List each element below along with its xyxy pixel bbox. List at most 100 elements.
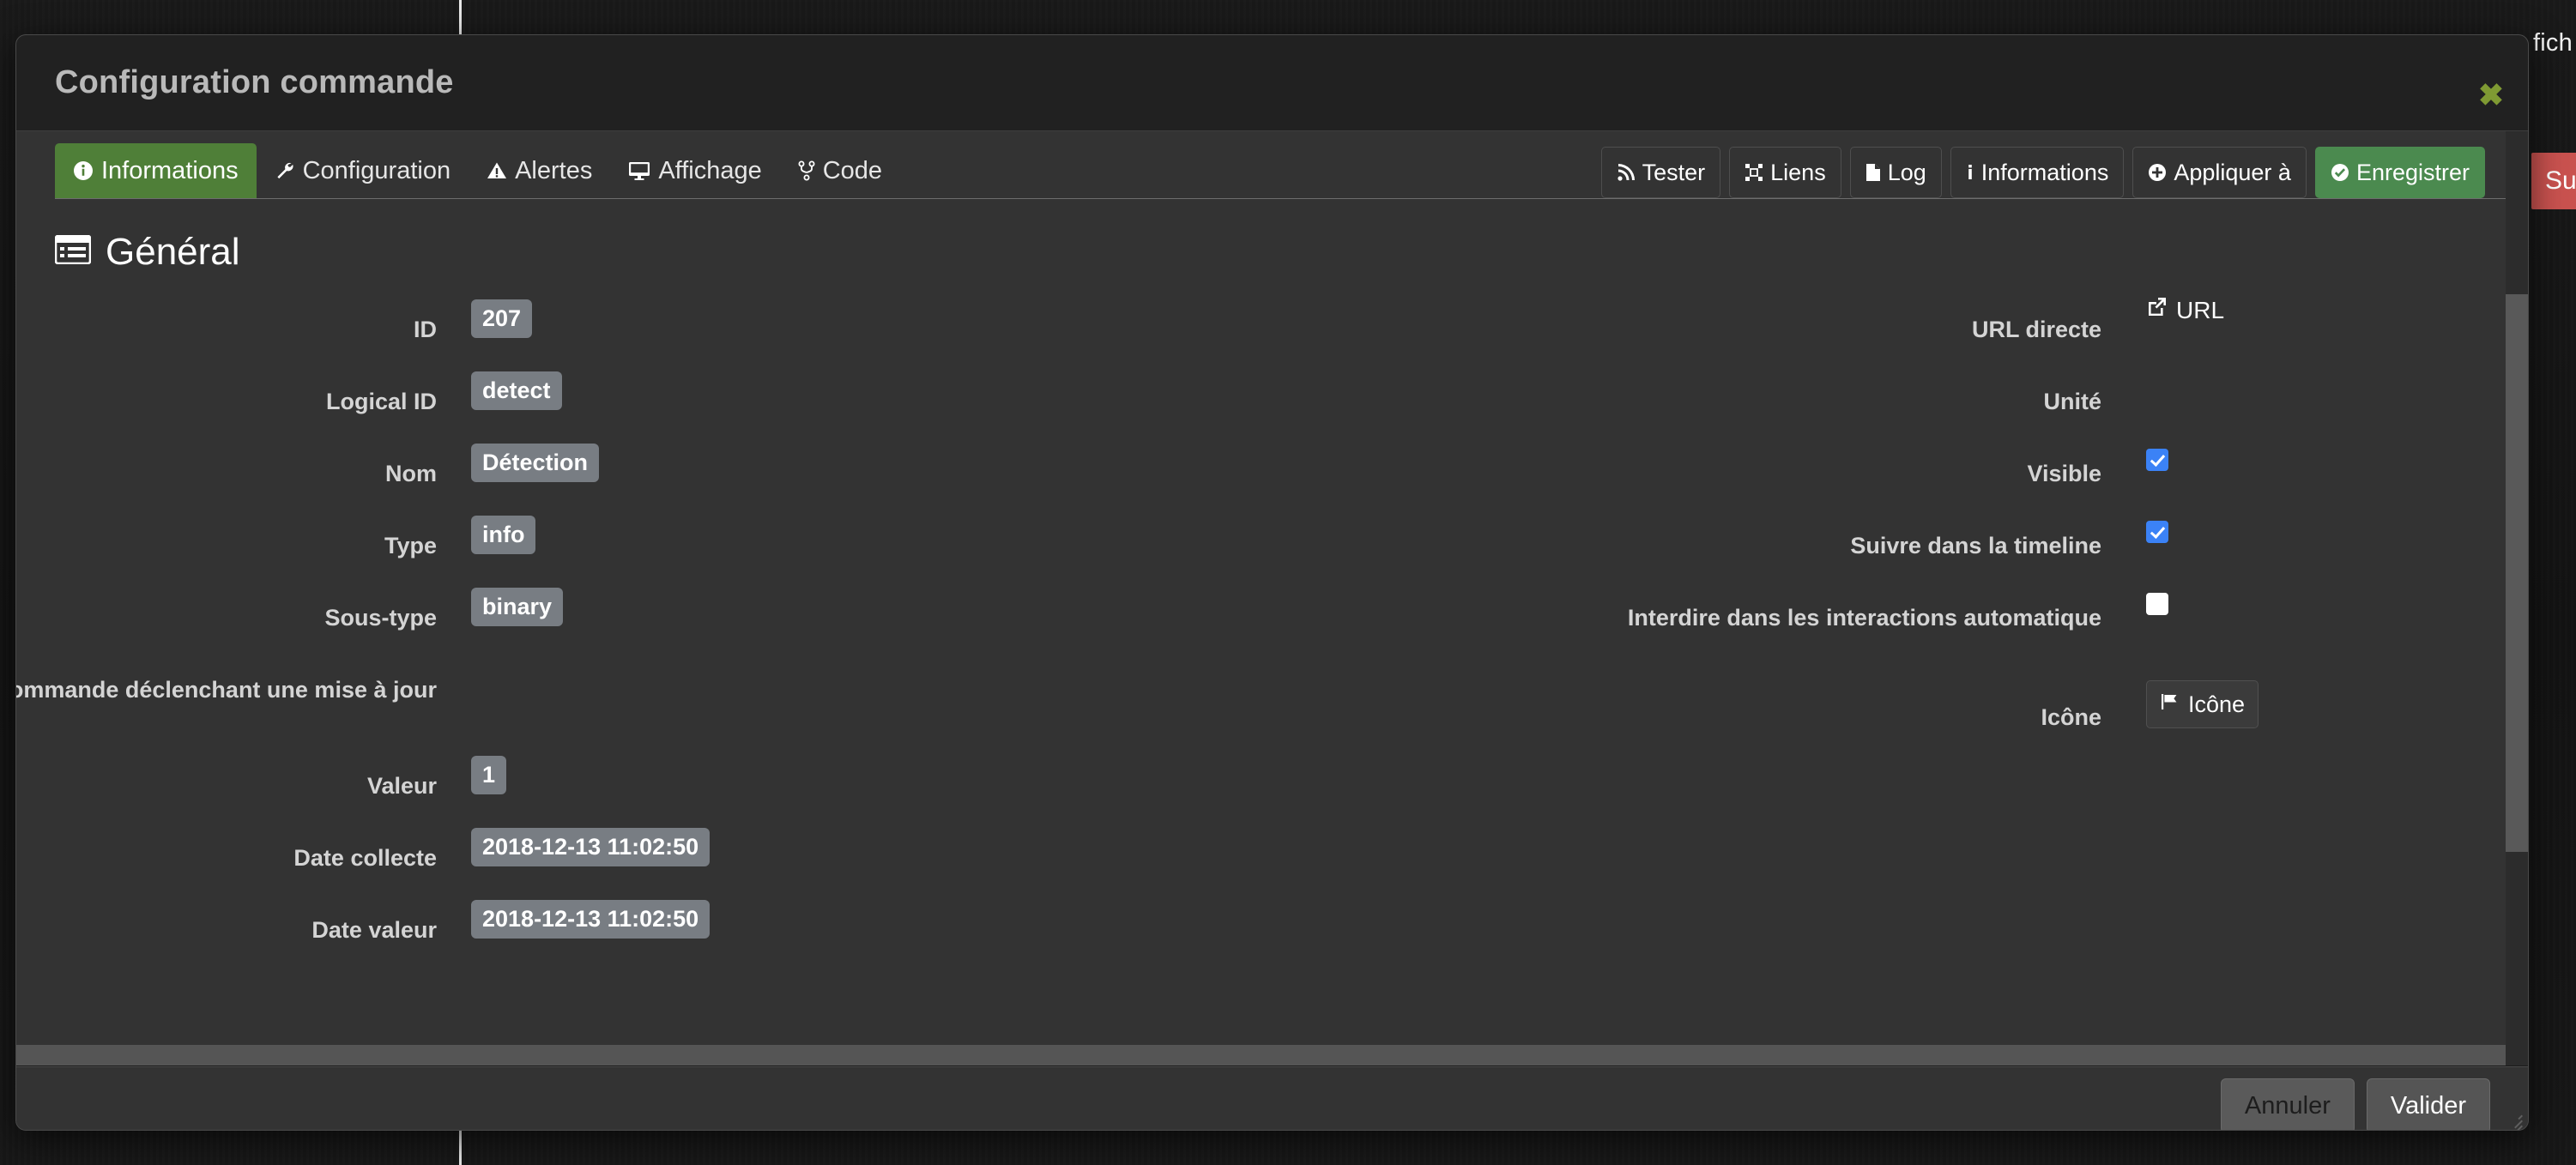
date-valeur-badge: 2018-12-13 11:02:50 [471,900,711,939]
rss-icon [1617,163,1636,182]
list-table-icon [54,231,92,274]
button-label: Tester [1642,159,1706,185]
field-row-commande-declenchant: Commande déclenchant une mise à jour [16,660,1269,756]
plus-circle-icon [2148,163,2167,182]
action-button-group: Tester Liens Log Informations Appliquer … [1600,147,2485,198]
tab-bar-underline [55,198,2507,199]
cancel-button[interactable]: Annuler [2220,1078,2355,1130]
tab-label: Configuration [302,156,451,184]
informations-button[interactable]: Informations [1950,147,2125,198]
section-header-general: Général [54,231,2528,274]
field-row-suivre-timeline: Suivre dans la timeline [1269,516,2479,588]
warning-triangle-icon [487,160,507,181]
field-value: Icône [2146,680,2259,728]
background-delete-button[interactable]: Sup [2531,153,2576,209]
field-value [2146,444,2168,471]
icone-picker-button[interactable]: Icône [2146,680,2259,728]
field-label: Unité [2043,389,2102,414]
tab-label: Informations [101,156,239,184]
field-label: Sous-type [324,605,437,631]
suivre-timeline-checkbox[interactable] [2146,521,2168,543]
info-icon [1966,163,1974,182]
field-label: URL directe [1971,317,2101,342]
vertical-scrollbar-track[interactable] [2506,131,2528,1065]
visible-checkbox[interactable] [2146,449,2168,471]
liens-button[interactable]: Liens [1729,147,1841,198]
url-directe-link[interactable]: URL [2146,296,2224,324]
field-label: Commande déclenchant une mise à jour [16,677,437,703]
button-label: Log [1887,159,1926,185]
tab-code[interactable]: Code [780,143,900,198]
field-label: Valeur [366,773,437,799]
horizontal-scrollbar-track[interactable] [16,1045,2506,1065]
button-label: Enregistrer [2355,159,2470,185]
field-label: Icône [2041,704,2101,730]
field-row-visible: Visible [1269,444,2479,516]
form-column-left: ID 207 Logical ID detect Nom Détection T… [16,299,1269,972]
field-label: Date collecte [293,845,437,871]
modal-body: Informations Configuration Alertes Affic… [16,131,2528,1065]
modal-footer: Annuler Valider [16,1065,2528,1130]
field-value: 207 [471,299,533,338]
field-value: info [471,516,536,554]
tab-label: Code [822,156,883,184]
tab-label: Affichage [658,156,762,184]
field-value [2146,588,2168,615]
valeur-badge: 1 [471,756,507,794]
tab-configuration[interactable]: Configuration [257,143,469,198]
tab-alertes[interactable]: Alertes [469,143,610,198]
flag-icon [2160,691,2180,718]
url-link-label: URL [2176,296,2225,323]
field-value: 2018-12-13 11:02:50 [471,900,711,939]
configuration-commande-modal: Configuration commande ✖ Informations Co… [15,34,2529,1131]
tab-label: Alertes [515,156,593,184]
close-icon[interactable]: ✖ [2478,80,2504,111]
field-value: 2018-12-13 11:02:50 [471,828,711,866]
field-row-url-directe: URL directe URL [1269,296,2479,371]
tester-button[interactable]: Tester [1600,147,1721,198]
interdire-interactions-checkbox[interactable] [2146,593,2168,615]
tab-affichage[interactable]: Affichage [610,143,779,198]
field-value: detect [471,371,562,410]
enregistrer-button[interactable]: Enregistrer [2314,147,2485,198]
field-row-sous-type: Sous-type binary [16,588,1269,660]
field-value [2146,516,2168,543]
field-value: Détection [471,444,600,482]
background-text-fragment: fich [2533,29,2573,57]
field-row-icone: Icône Icône [1269,680,2479,756]
modal-header: Configuration commande ✖ [16,35,2528,131]
field-label: Logical ID [325,389,437,414]
check-circle-icon [2331,163,2349,182]
desktop-icon [628,160,650,181]
tab-informations[interactable]: Informations [55,143,257,198]
section-title-label: Général [106,231,240,273]
field-row-date-collecte: Date collecte 2018-12-13 11:02:50 [16,828,1269,900]
nom-badge: Détection [471,444,600,482]
form-column-right: URL directe URL Unité Visible Suivre dan… [1269,296,2479,756]
code-branch-icon [798,160,815,181]
toolbar: Informations Configuration Alertes Affic… [16,131,2528,199]
date-collecte-badge: 2018-12-13 11:02:50 [471,828,711,866]
field-value: 1 [471,756,507,794]
footer-button-group: Annuler Valider [2220,1078,2490,1130]
log-button[interactable]: Log [1849,147,1942,198]
field-row-type: Type info [16,516,1269,588]
field-row-date-valeur: Date valeur 2018-12-13 11:02:50 [16,900,1269,972]
field-label: Date valeur [311,917,437,943]
general-form: ID 207 Logical ID detect Nom Détection T… [16,296,2528,986]
field-row-nom: Nom Détection [16,444,1269,516]
field-row-unite: Unité [1269,371,2479,444]
info-circle-icon [73,160,94,181]
field-row-valeur: Valeur 1 [16,756,1269,828]
validate-button[interactable]: Valider [2366,1078,2490,1130]
page-title: Configuration commande [55,64,454,100]
field-row-interdire-interactions: Interdire dans les interactions automati… [1269,588,2479,684]
field-row-id: ID 207 [16,299,1269,371]
resize-handle-icon[interactable] [2504,1110,2523,1130]
tab-bar: Informations Configuration Alertes Affic… [55,143,900,198]
vertical-scrollbar-thumb[interactable] [2506,294,2528,852]
field-row-logical-id: Logical ID detect [16,371,1269,444]
field-label: Visible [2027,461,2101,486]
appliquer-a-button[interactable]: Appliquer à [2132,147,2307,198]
button-label: Appliquer à [2174,159,2291,185]
